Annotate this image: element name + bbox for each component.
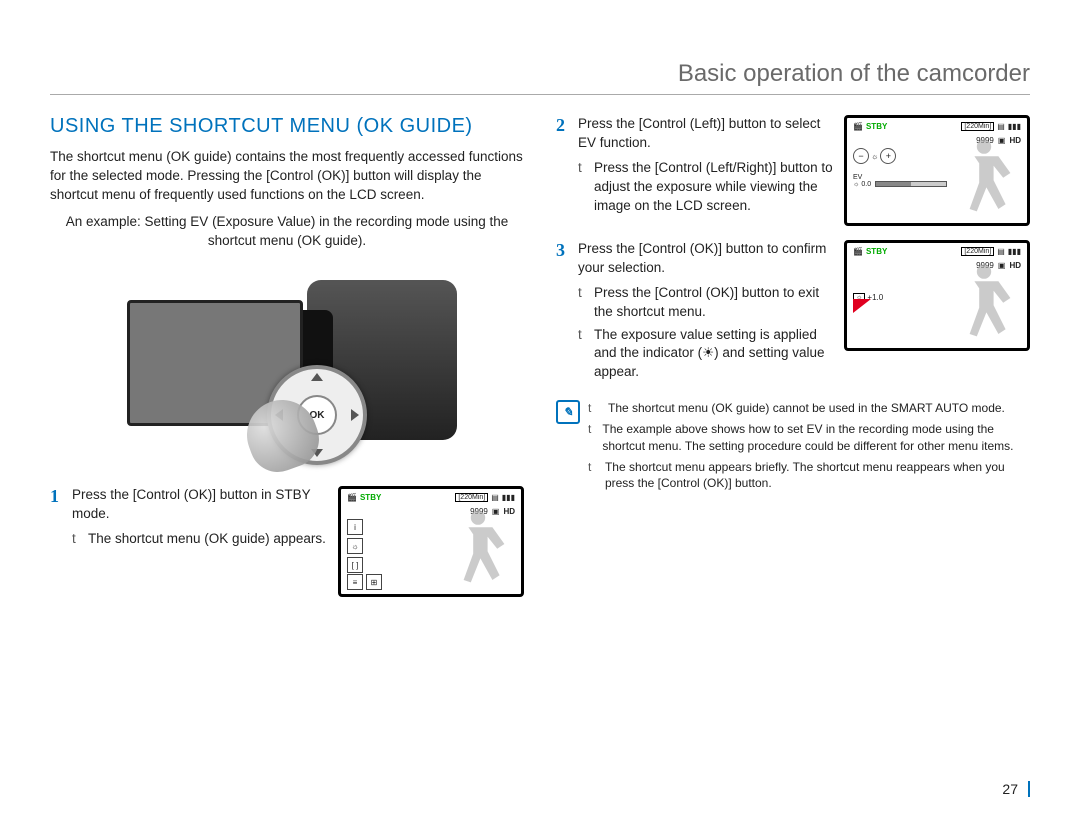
menu-icon: ≡ bbox=[347, 574, 363, 590]
skater-icon bbox=[947, 262, 1021, 346]
note-text: The shortcut menu appears briefly. The s… bbox=[605, 459, 1030, 493]
bullet-icon: t bbox=[72, 530, 88, 549]
red-flag-icon bbox=[853, 299, 871, 313]
stby-label: STBY bbox=[866, 122, 887, 131]
note-text: The shortcut menu (OK guide) cannot be u… bbox=[608, 400, 1005, 417]
step-text: Press the [Control (Left)] button to sel… bbox=[578, 115, 834, 153]
ev-label: EV bbox=[853, 174, 862, 181]
arrow-up-icon bbox=[311, 373, 323, 381]
time-remaining: [220Min] bbox=[961, 122, 994, 131]
card-icon: ▤ bbox=[491, 493, 499, 502]
lcd-preview-1: 🎬 STBY [220Min] ▤ ▮▮▮ 9999 ▣ HD i bbox=[338, 486, 524, 597]
bullet-icon: t bbox=[588, 421, 594, 455]
record-icon: 🎬 bbox=[347, 493, 357, 502]
lcd-preview-3: 🎬 STBY [220Min] ▤ ▮▮▮ 9999 ▣ HD ☼ bbox=[844, 240, 1030, 351]
battery-icon: ▮▮▮ bbox=[1008, 247, 1021, 256]
note-icon: ✎ bbox=[556, 400, 580, 424]
ev-scale-icon: ☼ bbox=[871, 152, 878, 161]
bullet-icon: t bbox=[578, 284, 594, 303]
step-text: Press the [Control (OK)] button in STBY … bbox=[72, 486, 328, 524]
example-text: An example: Setting EV (Exposure Value) … bbox=[50, 213, 524, 251]
record-icon: 🎬 bbox=[853, 122, 863, 131]
step-number: 1 bbox=[50, 486, 72, 507]
lcd-preview-2: 🎬 STBY [220Min] ▤ ▮▮▮ 9999 ▣ HD − bbox=[844, 115, 1030, 226]
bullet-icon: t bbox=[588, 459, 597, 493]
card-icon: ▤ bbox=[997, 247, 1005, 256]
battery-icon: ▮▮▮ bbox=[1008, 122, 1021, 131]
time-remaining: [220Min] bbox=[455, 493, 488, 502]
note-text: The example above shows how to set EV in… bbox=[602, 421, 1030, 455]
page-number: 27 bbox=[1002, 781, 1030, 797]
camcorder-illustration: OK bbox=[117, 260, 457, 470]
skater-icon bbox=[441, 508, 515, 592]
focus-icon: [ ] bbox=[347, 557, 363, 573]
step-subtext: Press the [Control (OK)] button to exit … bbox=[594, 284, 834, 322]
info-icon: i bbox=[347, 519, 363, 535]
battery-icon: ▮▮▮ bbox=[502, 493, 515, 502]
time-remaining: [220Min] bbox=[961, 247, 994, 256]
grid-icon: ⊞ bbox=[366, 574, 382, 590]
step-subtext: Press the [Control (Left/Right)] button … bbox=[594, 159, 834, 216]
step-subtext: The exposure value setting is applied an… bbox=[594, 326, 834, 383]
plus-icon: + bbox=[880, 148, 896, 164]
stby-label: STBY bbox=[360, 493, 381, 502]
bullet-icon: t bbox=[578, 326, 594, 345]
section-heading: USING THE SHORTCUT MENU (OK GUIDE) bbox=[50, 115, 524, 138]
stby-label: STBY bbox=[866, 247, 887, 256]
ev-value: ☼ 0.0 bbox=[853, 181, 871, 188]
ev-icon: ☼ bbox=[347, 538, 363, 554]
step-number: 3 bbox=[556, 240, 578, 261]
step-number: 2 bbox=[556, 115, 578, 136]
minus-icon: − bbox=[853, 148, 869, 164]
bullet-icon: t bbox=[588, 400, 600, 417]
bullet-icon: t bbox=[578, 159, 594, 178]
card-icon: ▤ bbox=[997, 122, 1005, 131]
record-icon: 🎬 bbox=[853, 247, 863, 256]
arrow-right-icon bbox=[351, 409, 359, 421]
ev-bar bbox=[875, 181, 947, 187]
step-text: Press the [Control (OK)] button to confi… bbox=[578, 240, 834, 278]
chapter-title: Basic operation of the camcorder bbox=[50, 60, 1030, 95]
step-subtext: The shortcut menu (OK guide) appears. bbox=[88, 530, 328, 549]
intro-text: The shortcut menu (OK guide) contains th… bbox=[50, 148, 524, 205]
skater-icon bbox=[947, 137, 1021, 221]
